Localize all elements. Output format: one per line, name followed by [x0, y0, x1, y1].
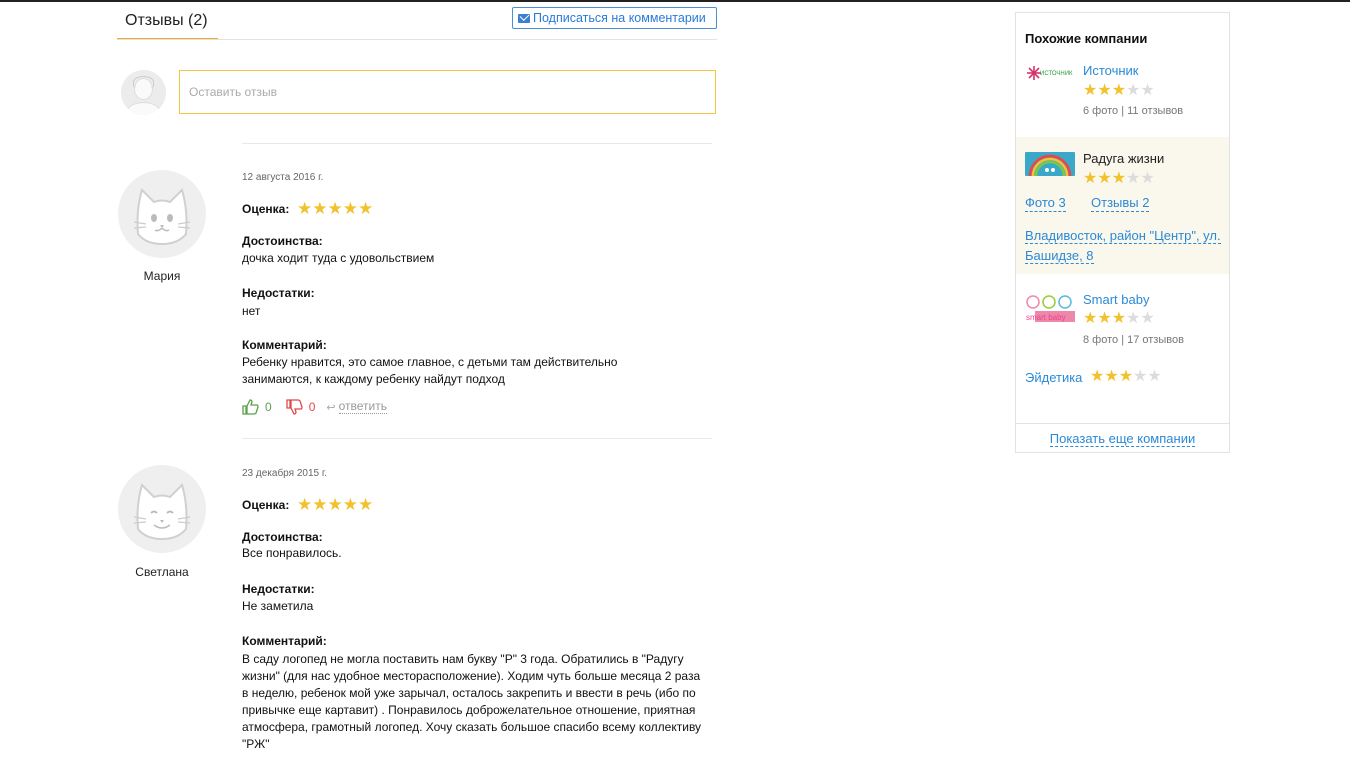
star-empty-icon: ★	[1126, 310, 1141, 327]
svg-text:ИСТОЧНИК: ИСТОЧНИК	[1040, 71, 1073, 77]
review-pros: дочка ходит туда с удовольствием	[242, 251, 435, 265]
pros-label: Достоинства:	[242, 234, 323, 248]
rating-label: Оценка:	[242, 498, 290, 512]
divider	[242, 143, 712, 144]
star-icon: ★	[1083, 310, 1098, 327]
star-icon: ★	[1104, 368, 1119, 385]
subscribe-comments-button[interactable]: Подписаться на комментарии	[512, 7, 717, 29]
review-actions: 0 0 ↩ ответить	[242, 399, 387, 415]
cons-label: Недостатки:	[242, 286, 315, 300]
like-button[interactable]: 0	[242, 399, 272, 415]
star-icon: ★	[358, 495, 374, 514]
company-name-link[interactable]: Smart baby	[1083, 292, 1149, 307]
company-photos-link[interactable]: Фото 3	[1025, 195, 1066, 212]
star-icon: ★	[327, 495, 343, 514]
star-icon: ★	[1118, 368, 1134, 385]
star-icon: ★	[327, 199, 343, 218]
review-date: 12 августа 2016 г.	[242, 172, 324, 183]
star-icon: ★	[342, 199, 358, 218]
smart-baby-logo[interactable]: smart baby	[1025, 294, 1075, 322]
company-address-text: Владивосток, район "Центр", ул. Башидзе,…	[1025, 228, 1221, 264]
review-comment: Ребенку нравится, это самое главное, с д…	[242, 355, 618, 386]
star-icon: ★	[1097, 310, 1112, 327]
istochnik-logo[interactable]: ИСТОЧНИК	[1025, 61, 1075, 85]
company-rating-stars: ★ ★ ★ ★ ★	[1083, 171, 1155, 187]
tab-reviews-label: Отзывы (2)	[125, 12, 208, 29]
mail-icon	[518, 14, 530, 23]
similar-companies-title: Похожие компании	[1025, 31, 1148, 46]
star-icon: ★	[297, 199, 313, 218]
cat-avatar-icon	[118, 170, 206, 258]
star-empty-icon: ★	[1126, 170, 1141, 187]
company-item-highlighted: Радуга жизни ★ ★ ★ ★ ★ Фото 3 Отзывы 2 Влади…	[1016, 137, 1229, 274]
tab-reviews[interactable]: Отзывы (2)	[117, 10, 218, 40]
cat-avatar-icon	[118, 465, 206, 553]
star-icon: ★	[1090, 368, 1105, 385]
show-more-companies-link[interactable]: Показать еще компании	[1016, 431, 1229, 447]
comment-label: Комментарий:	[242, 634, 327, 648]
cons-label: Недостатки:	[242, 582, 315, 596]
star-icon: ★	[1111, 82, 1127, 99]
star-icon: ★	[358, 199, 374, 218]
thumbs-up-icon	[242, 399, 259, 415]
raduga-logo[interactable]	[1025, 152, 1075, 176]
review-rating-stars: ★ ★ ★ ★ ★	[297, 200, 373, 217]
star-icon: ★	[312, 495, 328, 514]
star-icon: ★	[1097, 82, 1112, 99]
header-divider	[117, 39, 717, 40]
star-empty-icon: ★	[1147, 368, 1162, 385]
review-author: Мария	[143, 269, 181, 283]
top-border	[0, 0, 1350, 2]
company-name-link[interactable]: Эйдетика	[1025, 370, 1082, 385]
review-author: Светлана	[135, 565, 189, 579]
pros-label: Достоинства:	[242, 530, 323, 544]
current-user-avatar	[121, 70, 166, 115]
star-empty-icon: ★	[1140, 82, 1155, 99]
review-pros: Все понравилось.	[242, 546, 342, 560]
dislike-button[interactable]: 0	[286, 399, 316, 415]
dislike-count: 0	[308, 400, 316, 414]
reply-icon: ↩	[326, 401, 336, 414]
subscribe-comments-label: Подписаться на комментарии	[533, 11, 706, 25]
review-comment: В саду логопед не могла поставить нам бу…	[242, 652, 702, 751]
thumbs-down-icon	[286, 399, 303, 415]
company-name-link[interactable]: Источник	[1083, 63, 1139, 78]
star-icon: ★	[312, 199, 328, 218]
company-rating-stars: ★ ★ ★ ★ ★	[1083, 83, 1155, 99]
company-meta: 6 фото | 11 отзывов	[1083, 105, 1184, 117]
company-rating-stars: ★ ★ ★ ★ ★	[1083, 311, 1155, 327]
review-date: 23 декабря 2015 г.	[242, 468, 328, 479]
divider	[242, 438, 712, 439]
star-icon: ★	[1111, 310, 1127, 327]
company-rating-stars: ★ ★ ★ ★ ★	[1090, 369, 1162, 385]
show-more-companies: Показать еще компании	[1016, 423, 1229, 453]
reply-link[interactable]: ответить	[338, 400, 387, 414]
star-icon: ★	[1083, 82, 1098, 99]
star-empty-icon: ★	[1126, 82, 1141, 99]
star-icon: ★	[1111, 170, 1127, 187]
review-cons: нет	[242, 304, 261, 318]
company-name-link[interactable]: Радуга жизни	[1083, 151, 1164, 166]
rating-label: Оценка:	[242, 202, 290, 216]
review-cons: Не заметила	[242, 599, 314, 613]
star-empty-icon: ★	[1140, 310, 1155, 327]
star-icon: ★	[1097, 170, 1112, 187]
company-reviews-link[interactable]: Отзывы 2	[1091, 195, 1150, 212]
star-empty-icon: ★	[1140, 170, 1155, 187]
comment-label: Комментарий:	[242, 338, 327, 352]
star-icon: ★	[342, 495, 358, 514]
star-icon: ★	[1083, 170, 1098, 187]
svg-text:smart baby: smart baby	[1026, 313, 1066, 322]
company-address-link[interactable]: Владивосток, район "Центр", ул. Башидзе,…	[1025, 226, 1225, 266]
star-empty-icon: ★	[1133, 368, 1148, 385]
star-icon: ★	[297, 495, 313, 514]
similar-companies-panel: Похожие компании ИСТОЧНИК Источник ★ ★ ★ ★ ★…	[1015, 12, 1230, 453]
like-count: 0	[265, 400, 272, 414]
show-more-companies-label: Показать еще компании	[1049, 431, 1196, 447]
review-rating-stars: ★ ★ ★ ★ ★	[297, 496, 373, 513]
company-meta: 8 фото | 17 отзывов	[1083, 334, 1184, 346]
leave-review-input[interactable]	[179, 70, 716, 114]
